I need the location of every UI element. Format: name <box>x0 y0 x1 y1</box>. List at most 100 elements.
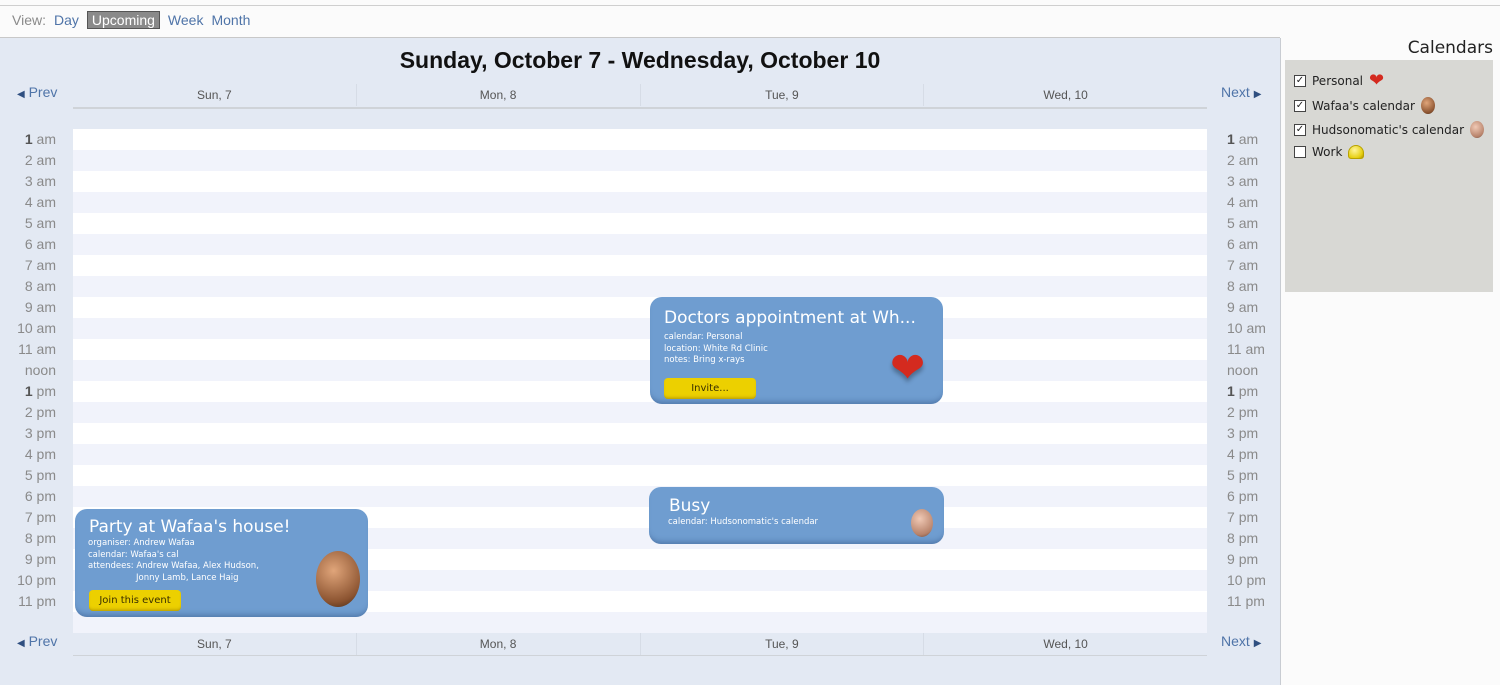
calendar-checkbox[interactable]: ✓ <box>1294 123 1306 136</box>
hour-suffix: pm <box>1238 383 1259 399</box>
hour-row[interactable] <box>73 150 1207 171</box>
hour-label: 3 am <box>1227 171 1287 192</box>
hour-number: 3 <box>1227 173 1235 189</box>
hour-suffix: pm <box>36 572 56 588</box>
hour-suffix: pm <box>36 509 56 525</box>
hour-suffix: pm <box>1238 425 1259 441</box>
hour-row[interactable] <box>73 213 1207 234</box>
view-upcoming-link[interactable]: Upcoming <box>86 11 160 29</box>
join-event-button[interactable]: Join this event <box>89 590 181 611</box>
next-button-top[interactable]: Next ▶ <box>1221 84 1261 100</box>
view-label: View: <box>12 12 46 28</box>
hour-row[interactable] <box>73 444 1207 465</box>
event-details: calendar: Personal location: White Rd Cl… <box>664 332 768 367</box>
day-header-wed: Wed, 10 <box>1043 88 1088 102</box>
hour-suffix: am <box>36 299 56 315</box>
hour-suffix: pm <box>36 446 56 462</box>
hour-suffix: pm <box>1238 530 1259 546</box>
heart-icon: ❤ <box>1369 70 1385 91</box>
hour-suffix: am <box>36 215 56 231</box>
day-header-wed: Wed, 10 <box>1043 637 1088 651</box>
hour-row[interactable] <box>73 318 1207 339</box>
hour-label: 7 am <box>1227 255 1287 276</box>
calendar-item-personal[interactable]: ✓ Personal ❤ <box>1294 70 1385 91</box>
hour-label: 3 pm <box>0 423 56 444</box>
view-day-link[interactable]: Day <box>54 12 79 28</box>
calendar-checkbox[interactable]: ✓ <box>1294 75 1306 87</box>
calendar-label: Wafaa's calendar <box>1312 98 1415 113</box>
hour-suffix: am <box>36 194 56 210</box>
hour-label: 10 pm <box>0 570 56 591</box>
hour-label: 2 pm <box>0 402 56 423</box>
hour-number: 6 <box>1227 488 1235 504</box>
wafaa-avatar <box>1420 97 1435 114</box>
hour-labels-left: 1 am 2 am 3 am 4 am 5 am 6 am 7 am 8 am 9 am 10 a… <box>0 129 56 612</box>
hour-suffix: pm <box>36 425 56 441</box>
hour-label: 1 am <box>1227 129 1287 150</box>
hour-label: 7 am <box>0 255 56 276</box>
hour-label: 9 pm <box>1227 549 1287 570</box>
prev-button-top[interactable]: ◀ Prev <box>17 84 57 100</box>
hour-row[interactable] <box>73 297 1207 318</box>
hour-number: 4 <box>24 446 33 462</box>
event-party[interactable]: Party at Wafaa's house! organiser: Andre… <box>75 509 368 617</box>
header-divider <box>73 107 1207 109</box>
hour-suffix: pm <box>1238 446 1259 462</box>
hour-row[interactable] <box>73 234 1207 255</box>
hour-row[interactable] <box>73 360 1207 381</box>
hour-row[interactable] <box>73 465 1207 486</box>
hour-number: 1 <box>1227 131 1235 147</box>
event-location: location: White Rd Clinic <box>664 343 768 354</box>
prev-label: Prev <box>28 84 58 100</box>
calendar-checkbox[interactable]: ✓ <box>1294 99 1306 112</box>
event-busy[interactable]: Busy calendar: Hudsonomatic's calendar <box>649 487 944 544</box>
calendars-panel <box>1285 60 1493 292</box>
calendar-item-work[interactable]: Work <box>1294 145 1365 159</box>
view-month-link[interactable]: Month <box>211 12 250 28</box>
hour-number: 7 <box>1227 257 1235 273</box>
hour-suffix: noon <box>24 362 56 378</box>
hour-suffix: pm <box>1238 467 1259 483</box>
calendar-item-wafaa[interactable]: ✓ Wafaa's calendar <box>1294 97 1435 114</box>
hour-suffix: pm <box>1246 572 1266 588</box>
hour-row[interactable] <box>73 171 1207 192</box>
hour-row[interactable] <box>73 192 1207 213</box>
invite-button[interactable]: Invite... <box>664 378 756 399</box>
hour-row[interactable] <box>73 255 1207 276</box>
hour-row[interactable] <box>73 129 1207 150</box>
calendar-item-hudsonomatic[interactable]: ✓ Hudsonomatic's calendar <box>1294 121 1485 138</box>
hour-row[interactable] <box>73 381 1207 402</box>
day-header-tue: Tue, 9 <box>641 633 925 655</box>
hour-row[interactable] <box>73 339 1207 360</box>
hour-label: 10 am <box>0 318 56 339</box>
hour-row[interactable] <box>73 402 1207 423</box>
hudsonomatic-avatar <box>1470 121 1485 138</box>
hour-row[interactable] <box>73 423 1207 444</box>
calendar-label: Work <box>1312 145 1343 159</box>
hour-suffix: pm <box>1238 488 1259 504</box>
hour-label: 2 pm <box>1227 402 1287 423</box>
hour-label: 8 pm <box>1227 528 1287 549</box>
calendar-checkbox[interactable] <box>1294 146 1306 158</box>
hour-number: 6 <box>24 488 33 504</box>
hour-label: 5 pm <box>1227 465 1287 486</box>
hour-label: 5 am <box>0 213 56 234</box>
hour-label: 5 am <box>1227 213 1287 234</box>
view-week-link[interactable]: Week <box>168 12 204 28</box>
hour-number: 4 <box>24 194 33 210</box>
wafaa-avatar <box>316 551 360 607</box>
next-button-bottom[interactable]: Next ▶ <box>1221 633 1261 649</box>
hour-row[interactable] <box>73 276 1207 297</box>
hour-suffix: pm <box>36 488 56 504</box>
hour-suffix: am <box>36 173 56 189</box>
hour-label: 11 pm <box>0 591 56 612</box>
hour-number: 6 <box>24 236 33 252</box>
event-doctors-appointment[interactable]: Doctors appointment at Wh... calendar: P… <box>650 297 943 404</box>
hour-number: 5 <box>24 467 33 483</box>
hour-suffix: pm <box>36 467 56 483</box>
hour-row[interactable] <box>73 486 1207 507</box>
hour-label: 1 pm <box>0 381 56 402</box>
hour-label: 10 am <box>1227 318 1287 339</box>
prev-button-bottom[interactable]: ◀ Prev <box>17 633 57 649</box>
calendars-heading: Calendars <box>1407 38 1493 58</box>
